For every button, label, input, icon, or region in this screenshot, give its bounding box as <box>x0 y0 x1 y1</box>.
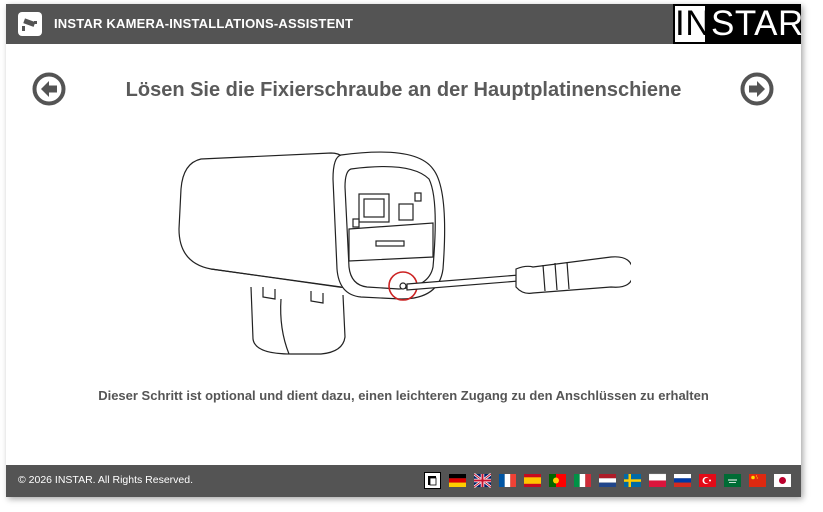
flag-pt-icon[interactable] <box>549 472 566 489</box>
flag-ru-icon[interactable] <box>674 472 691 489</box>
install-icon[interactable] <box>424 472 441 489</box>
camera-icon <box>18 12 42 36</box>
flag-en-icon[interactable] <box>474 472 491 489</box>
step-caption: Dieser Schritt ist optional und dient da… <box>98 388 709 403</box>
flag-ar-icon[interactable] <box>724 472 741 489</box>
wizard-window: INSTAR KAMERA-INSTALLATIONS-ASSISTENT IN… <box>6 4 804 497</box>
flag-nl-icon[interactable] <box>599 472 616 489</box>
flag-it-icon[interactable] <box>574 472 591 489</box>
flag-es-icon[interactable] <box>524 472 541 489</box>
instar-logo: INSTAR <box>673 4 804 44</box>
app-title: INSTAR KAMERA-INSTALLATIONS-ASSISTENT <box>54 16 354 31</box>
page-title: Lösen Sie die Fixierschraube an der Haup… <box>125 79 682 101</box>
copyright-text: © 2026 INSTAR. All Rights Reserved. <box>18 474 194 486</box>
camera-screwdriver-illustration <box>171 149 634 359</box>
flag-fr-icon[interactable] <box>499 472 516 489</box>
flag-de-icon[interactable] <box>449 472 466 489</box>
flag-jp-icon[interactable] <box>774 472 791 489</box>
flag-cn-icon[interactable] <box>749 472 766 489</box>
flag-tr-icon[interactable] <box>699 472 716 489</box>
header-bar: INSTAR KAMERA-INSTALLATIONS-ASSISTENT IN… <box>6 4 804 44</box>
flag-se-icon[interactable] <box>624 472 641 489</box>
footer-bar: © 2026 INSTAR. All Rights Reserved. <box>6 465 801 497</box>
flag-pl-icon[interactable] <box>649 472 666 489</box>
